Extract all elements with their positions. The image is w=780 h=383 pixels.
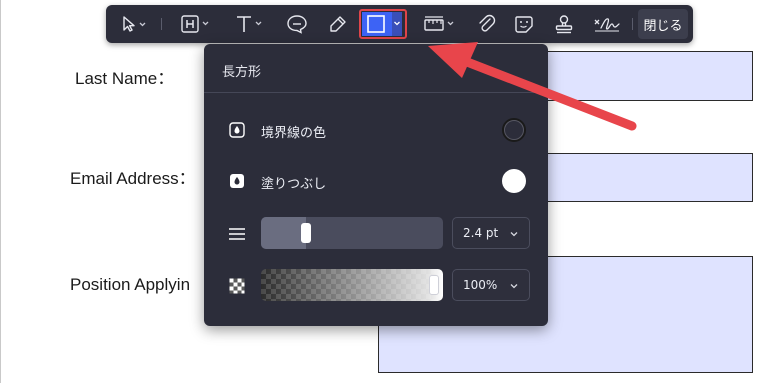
toolbar-separator (161, 18, 162, 30)
fill-droplet-icon (228, 172, 246, 190)
comment-tool-button[interactable] (281, 5, 313, 43)
line-width-slider-fill (261, 217, 306, 249)
highlighter-tool-button[interactable] (322, 5, 354, 43)
rectangle-tool-button[interactable] (359, 9, 407, 39)
fill-color-swatch[interactable] (502, 169, 526, 193)
border-droplet-icon (228, 121, 246, 139)
signature-tool-button[interactable] (588, 5, 626, 43)
heading-box-icon (180, 14, 210, 34)
position-applying-label: Position Applyin (70, 275, 191, 294)
panel-title: 長方形 (222, 65, 262, 80)
text-tool-button[interactable] (228, 5, 270, 43)
line-width-value: 2.4 pt (463, 226, 499, 240)
email-field[interactable] (540, 153, 753, 202)
close-button[interactable]: 閉じる (638, 9, 688, 39)
last-name-label: Last Name： (75, 69, 175, 88)
rectangle-properties-panel: 長方形 境界線の色 塗りつぶし 2.4 pt 100% (204, 44, 548, 326)
border-color-label: 境界線の色 (261, 126, 327, 141)
annotation-toolbar: 閉じる (106, 5, 693, 43)
opacity-gradient (261, 269, 443, 301)
sticker-icon (513, 14, 535, 34)
paperclip-icon (475, 14, 497, 34)
line-width-select[interactable]: 2.4 pt (452, 217, 530, 249)
ruler-icon (422, 14, 456, 34)
line-width-slider[interactable] (261, 217, 443, 249)
email-address-label: Email Address： (70, 169, 196, 188)
panel-divider (204, 92, 548, 93)
text-T-icon (234, 14, 264, 34)
speech-bubble-icon (286, 14, 308, 34)
highlighter-icon (327, 14, 349, 34)
opacity-value: 100% (463, 278, 498, 292)
opacity-slider[interactable] (261, 269, 443, 301)
attach-tool-button[interactable] (470, 5, 502, 43)
chevron-down-icon (509, 280, 519, 294)
square-icon (361, 11, 405, 37)
heading-tool-button[interactable] (174, 5, 216, 43)
stamp-icon (553, 14, 575, 34)
stamp-tool-button[interactable] (548, 5, 580, 43)
fill-label: 塗りつぶし (261, 177, 327, 192)
opacity-checker-icon (228, 277, 246, 295)
sticker-tool-button[interactable] (508, 5, 540, 43)
page-edge (0, 0, 1, 383)
line-width-slider-thumb[interactable] (300, 223, 311, 243)
select-tool-button[interactable] (114, 5, 154, 43)
cursor-arrow-icon (121, 15, 147, 33)
last-name-field[interactable] (540, 51, 753, 101)
signature-icon (593, 14, 621, 34)
border-color-swatch[interactable] (502, 118, 526, 142)
line-width-icon (228, 225, 246, 243)
chevron-down-icon (509, 228, 519, 242)
measure-tool-button[interactable] (416, 5, 462, 43)
opacity-select[interactable]: 100% (452, 269, 530, 301)
toolbar-separator (632, 18, 633, 30)
opacity-slider-thumb[interactable] (429, 275, 439, 295)
